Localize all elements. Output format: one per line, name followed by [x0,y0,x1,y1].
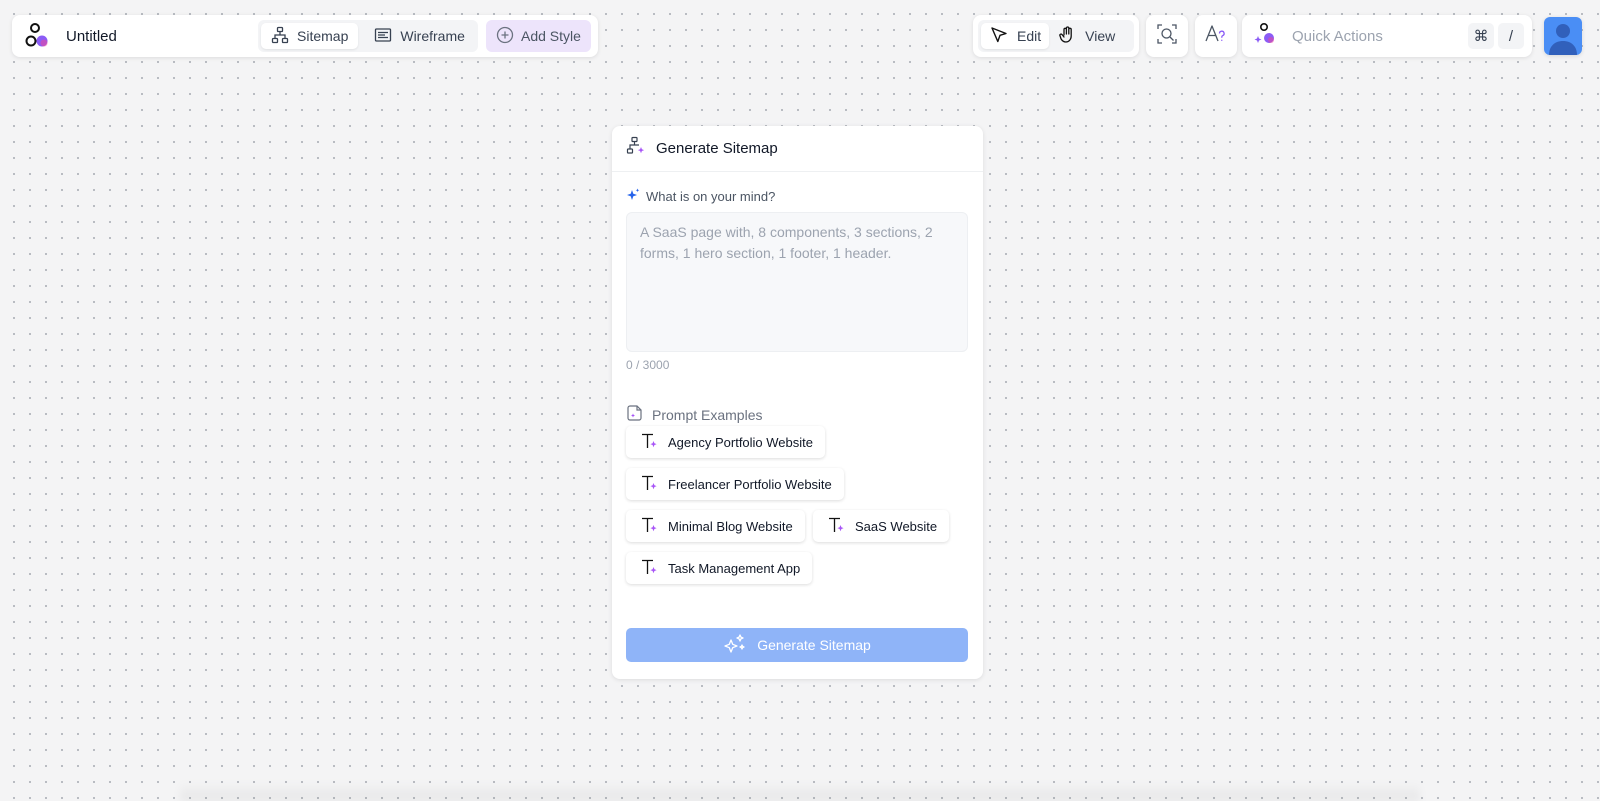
document-toolbar: Untitled Sitemap Wireframe Add Style [12,15,598,57]
font-style-button[interactable] [1195,15,1237,57]
zoom-to-fit-button[interactable] [1146,15,1188,57]
cursor-pointer-icon [989,25,1009,48]
plus-circle-icon [496,26,514,47]
document-title[interactable]: Untitled [66,28,117,45]
tab-wireframe[interactable]: Wireframe [364,23,475,49]
command-key-badge: ⌘ [1468,23,1494,49]
app-logo-icon[interactable] [24,22,52,50]
prompt-examples-label: Prompt Examples [652,406,763,423]
edit-mode-label: Edit [1017,28,1042,44]
example-chip-minimal-blog[interactable]: Minimal Blog Website [626,510,805,542]
font-question-icon [1204,23,1228,50]
char-counter: 0 / 3000 [626,358,670,372]
generate-sitemap-panel: Generate Sitemap What is on your mind? 0… [612,126,983,679]
text-ai-icon [640,557,660,580]
example-chip-label: Freelancer Portfolio Website [668,476,832,492]
user-icon [1549,24,1577,55]
prompt-label: What is on your mind? [646,189,776,204]
sitemap-ai-icon [626,136,646,161]
sparkles-icon [723,633,747,658]
example-chip-label: Agency Portfolio Website [668,434,813,450]
generate-sitemap-button[interactable]: Generate Sitemap [626,628,968,662]
sitemap-icon [271,26,289,47]
example-chip-label: Minimal Blog Website [668,518,793,534]
hand-icon [1057,25,1077,48]
generate-sitemap-label: Generate Sitemap [757,637,871,653]
mode-toggle: Edit View [978,20,1134,52]
mode-toolbar: Edit View [973,15,1139,57]
edit-mode-button[interactable]: Edit [981,23,1050,49]
example-chip-agency-portfolio[interactable]: Agency Portfolio Website [626,426,825,458]
zoom-fit-icon [1156,23,1178,50]
view-mode-button[interactable]: View [1049,23,1123,49]
ai-assistant-icon [1254,22,1278,51]
example-chip-saas[interactable]: SaaS Website [813,510,950,542]
add-style-button[interactable]: Add Style [486,20,591,52]
panel-title: Generate Sitemap [656,140,778,157]
example-chip-task-management[interactable]: Task Management App [626,552,813,584]
sparkle-icon [626,188,640,205]
slash-key-badge: / [1498,23,1524,49]
text-ai-icon [640,431,660,454]
text-ai-icon [827,515,847,538]
user-avatar[interactable] [1544,17,1582,55]
tab-sitemap[interactable]: Sitemap [261,23,359,49]
prompt-document-icon [626,404,644,425]
example-chip-label: Task Management App [668,560,801,576]
prompt-textarea[interactable] [626,212,968,352]
quick-actions-placeholder: Quick Actions [1292,27,1383,45]
tab-sitemap-label: Sitemap [297,28,349,44]
bottom-panel-shadow [180,782,1420,801]
prompt-label-row: What is on your mind? [626,188,775,205]
view-mode-label: View [1085,28,1116,44]
view-tabs: Sitemap Wireframe [258,20,478,52]
wireframe-icon [374,26,392,47]
add-style-label: Add Style [521,28,581,44]
example-chip-freelancer-portfolio[interactable]: Freelancer Portfolio Website [626,468,844,500]
text-ai-icon [640,473,660,496]
panel-header: Generate Sitemap [612,126,983,172]
quick-actions-bar[interactable]: Quick Actions ⌘ / [1242,15,1532,57]
tab-wireframe-label: Wireframe [400,28,465,44]
prompt-examples-header: Prompt Examples [626,404,762,425]
example-chip-label: SaaS Website [855,518,938,534]
text-ai-icon [640,515,660,538]
